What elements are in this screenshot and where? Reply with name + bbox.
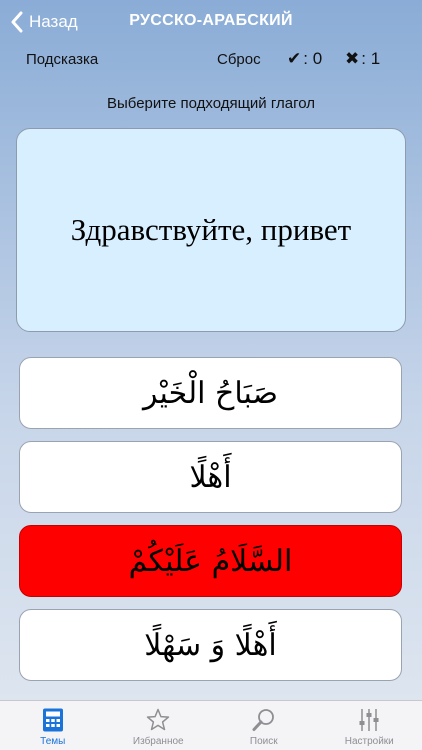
checkmark-icon: ✔ <box>287 49 302 68</box>
quiz-toolbar: Подсказка Сброс ✔ : 0 ✖ : 1 <box>0 48 422 72</box>
search-icon <box>252 709 274 731</box>
wrong-score: ✖ : 1 <box>345 49 380 69</box>
star-icon <box>147 708 170 731</box>
question-card: Здравствуйте, привет <box>16 128 406 332</box>
answer-option-2[interactable]: أَهْلًا <box>19 441 402 513</box>
answer-text: أَهْلًا وَ سَهْلًا <box>144 627 277 663</box>
question-text: Здравствуйте, привет <box>70 212 352 247</box>
hint-button[interactable]: Подсказка <box>26 51 98 68</box>
answer-text: أَهْلًا <box>189 459 232 495</box>
tab-search[interactable]: Поиск <box>211 701 317 750</box>
tab-favorites[interactable]: Избранное <box>106 701 212 750</box>
tab-settings[interactable]: Настройки <box>317 701 422 750</box>
navigation-bar: Назад РУССКО-АРАБСКИЙ <box>0 0 422 44</box>
back-label: Назад <box>29 12 78 31</box>
answer-option-1[interactable]: صَبَاحُ الْخَيْر <box>19 357 402 429</box>
chevron-left-icon <box>11 11 23 33</box>
correct-count: : 0 <box>303 49 323 68</box>
answer-text: صَبَاحُ الْخَيْر <box>142 375 278 411</box>
answer-option-3[interactable]: السَّلَامُ عَلَيْكُمْ <box>19 525 402 597</box>
sliders-icon <box>359 709 379 731</box>
tab-label: Настройки <box>344 736 394 747</box>
tab-label: Поиск <box>249 736 278 747</box>
back-button[interactable]: Назад <box>10 10 78 34</box>
answer-option-4[interactable]: أَهْلًا وَ سَهْلًا <box>19 609 402 681</box>
tab-label: Избранное <box>132 736 184 747</box>
calculator-icon <box>42 708 63 732</box>
tab-bar: Темы Избранное Поиск Настройки <box>0 700 422 750</box>
tab-topics[interactable]: Темы <box>0 701 106 750</box>
correct-score: ✔ : 0 <box>287 49 322 69</box>
instruction-text: Выберите подходящий глагол <box>106 95 315 112</box>
reset-button[interactable]: Сброс <box>217 51 261 68</box>
tab-label: Темы <box>40 736 66 747</box>
answer-text: السَّلَامُ عَلَيْكُمْ <box>128 543 293 579</box>
wrong-count: : 1 <box>361 49 381 68</box>
cross-icon: ✖ <box>345 49 360 68</box>
